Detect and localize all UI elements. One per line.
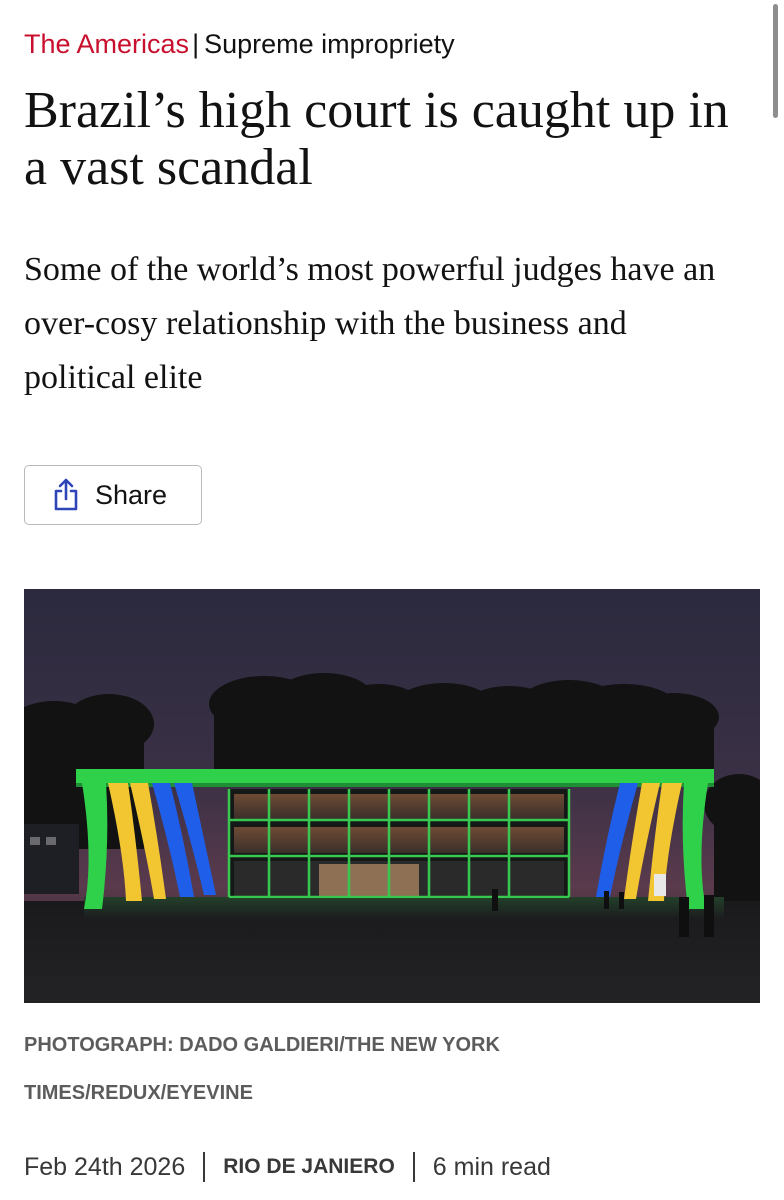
photo-caption: PHOTOGRAPH: DADO GALDIERI/THE NEW YORK T…	[24, 1034, 500, 1104]
article-meta: Feb 24th 2026 RIO DE JANIERO 6 min read	[24, 1152, 551, 1182]
page-scrollbar[interactable]	[773, 4, 778, 118]
read-time: 6 min read	[432, 1152, 551, 1181]
rubric-divider: |	[192, 29, 200, 59]
rubric: The Americas | Supreme impropriety	[24, 26, 455, 62]
supreme-court-photo	[24, 589, 760, 1003]
dateline-location: RIO DE JANIERO	[223, 1155, 395, 1178]
standfirst: Some of the world’s most powerful judges…	[24, 251, 716, 396]
meta-separator	[203, 1152, 206, 1182]
share-label: Share	[95, 479, 168, 510]
publish-date: Feb 24th 2026	[24, 1152, 186, 1181]
share-button[interactable]: Share	[24, 465, 202, 525]
article-photo	[24, 589, 760, 1003]
meta-separator	[412, 1152, 415, 1182]
section-link[interactable]: The Americas	[24, 29, 189, 59]
flytitle: Supreme impropriety	[204, 29, 455, 59]
headline: Brazil’s high court is caught up in a va…	[24, 82, 729, 196]
share-icon	[52, 478, 80, 512]
